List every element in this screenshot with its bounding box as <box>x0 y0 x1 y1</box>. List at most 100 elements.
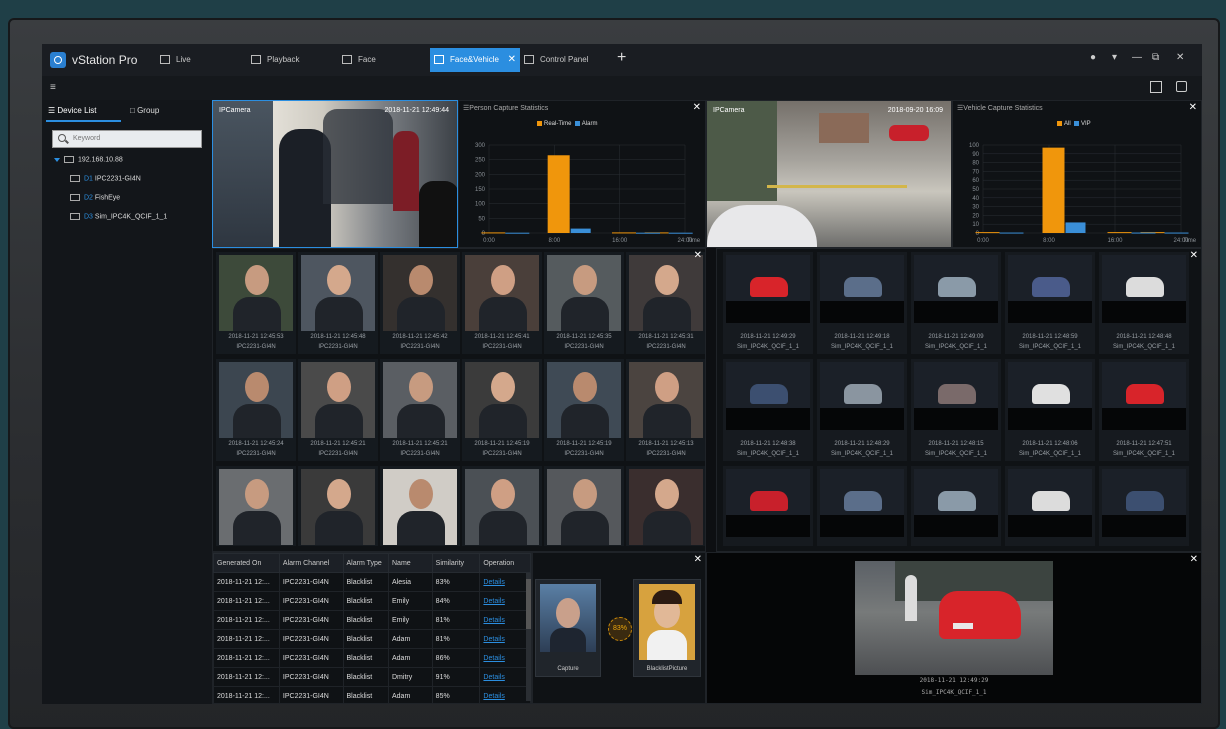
vehicle-capture-item[interactable] <box>817 466 907 546</box>
vehicle-thumbnail <box>914 255 998 323</box>
app-logo-icon <box>50 52 66 68</box>
expand-icon <box>54 157 60 162</box>
capture-time: 2018-11-21 12:45:35 <box>556 334 612 340</box>
face-capture-item[interactable]: 2018-11-21 12:45:42 IPC2231-GI4N <box>380 252 460 354</box>
tab-playback[interactable]: Playback <box>247 48 333 72</box>
face-capture-item[interactable] <box>626 466 705 546</box>
close-window-icon[interactable]: ✕ <box>1176 52 1184 63</box>
restore-icon[interactable]: ⧉ <box>1152 52 1159 63</box>
vehicle-capture-item[interactable]: 2018-11-21 12:48:15 Sim_IPC4K_QCIF_1_1 <box>911 359 1001 461</box>
tree-device-d2[interactable]: D2 FishEye <box>70 194 120 201</box>
vehicle-capture-item[interactable] <box>911 466 1001 546</box>
capture-camera: IPC2231-GI4N <box>236 451 276 457</box>
details-link[interactable]: Details <box>479 591 531 611</box>
bar-vip <box>1065 222 1086 233</box>
tree-device-d3[interactable]: D3 Sim_IPC4K_QCIF_1_1 <box>70 213 167 220</box>
vehicle-capture-item[interactable] <box>1099 466 1189 546</box>
vehicle-capture-item[interactable] <box>1005 466 1095 546</box>
y-tick-label: 100 <box>475 202 486 208</box>
blacklist-image[interactable]: BlacklistPicture <box>633 579 701 677</box>
close-panel-icon[interactable]: ✕ <box>694 555 702 565</box>
face-capture-item[interactable]: 2018-11-21 12:45:19 IPC2231-GI4N <box>462 359 542 461</box>
table-row[interactable]: 2018-11-21 12:... IPC2231-GI4N Blacklist Al… <box>213 572 531 592</box>
vehicle-capture-item[interactable]: 2018-11-21 12:48:48 Sim_IPC4K_QCIF_1_1 <box>1099 252 1189 354</box>
column-header[interactable]: Alarm Channel <box>278 553 344 573</box>
tab-face[interactable]: Face <box>338 48 428 72</box>
face-capture-item[interactable]: 2018-11-21 12:45:41 IPC2231-GI4N <box>462 252 542 354</box>
vehicle-capture-item[interactable]: 2018-11-21 12:49:29 Sim_IPC4K_QCIF_1_1 <box>723 252 813 354</box>
tab-device-list[interactable]: ☰ Device List <box>48 106 97 115</box>
layout-icon[interactable] <box>1176 81 1187 92</box>
face-capture-item[interactable]: 2018-11-21 12:45:31 IPC2231-GI4N <box>626 252 705 354</box>
playback-video[interactable] <box>855 561 1053 675</box>
user-icon[interactable]: ● <box>1090 52 1096 63</box>
close-panel-icon[interactable]: ✕ <box>694 251 702 261</box>
details-link[interactable]: Details <box>479 686 531 703</box>
face-capture-item[interactable] <box>298 466 378 546</box>
close-panel-icon[interactable]: ✕ <box>1190 251 1198 261</box>
add-tab-icon[interactable]: + <box>617 49 626 67</box>
live-face-video[interactable]: IPCamera 2018-11-21 12:49:44 <box>212 100 458 248</box>
details-link[interactable]: Details <box>479 667 531 687</box>
table-row[interactable]: 2018-11-21 12:... IPC2231-GI4N Blacklist Ad… <box>213 648 531 668</box>
close-panel-icon[interactable]: ✕ <box>1190 555 1198 565</box>
table-row[interactable]: 2018-11-21 12:... IPC2231-GI4N Blacklist Ad… <box>213 629 531 649</box>
minimize-icon[interactable]: — <box>1132 52 1142 63</box>
tab-live[interactable]: Live <box>156 48 242 72</box>
vehicle-capture-item[interactable]: 2018-11-21 12:49:09 Sim_IPC4K_QCIF_1_1 <box>911 252 1001 354</box>
vehicle-capture-item[interactable]: 2018-11-21 12:49:18 Sim_IPC4K_QCIF_1_1 <box>817 252 907 354</box>
column-header[interactable]: Generated On <box>213 553 280 573</box>
table-cell: 81% <box>431 610 481 630</box>
close-tab-icon[interactable]: ✕ <box>508 48 516 72</box>
face-capture-item[interactable]: 2018-11-21 12:45:35 IPC2231-GI4N <box>544 252 624 354</box>
face-capture-item[interactable] <box>462 466 542 546</box>
search-placeholder: Keyword <box>73 135 101 142</box>
details-link[interactable]: Details <box>479 610 531 630</box>
dropdown-icon[interactable]: ▾ <box>1112 52 1117 63</box>
road-shape <box>914 408 998 430</box>
capture-image[interactable]: Capture <box>535 579 601 677</box>
tab-control-panel[interactable]: Control Panel <box>520 48 610 72</box>
vehicle-capture-item[interactable]: 2018-11-21 12:48:06 Sim_IPC4K_QCIF_1_1 <box>1005 359 1095 461</box>
scrollbar-thumb[interactable] <box>526 579 531 629</box>
vehicle-capture-item[interactable]: 2018-11-21 12:48:29 Sim_IPC4K_QCIF_1_1 <box>817 359 907 461</box>
vehicle-capture-item[interactable]: 2018-11-21 12:47:51 Sim_IPC4K_QCIF_1_1 <box>1099 359 1189 461</box>
tab-face-vehicle[interactable]: Face&Vehicle ✕ <box>430 48 520 72</box>
details-link[interactable]: Details <box>479 629 531 649</box>
table-cell: Blacklist <box>342 686 389 703</box>
details-link[interactable]: Details <box>479 572 531 592</box>
live-vehicle-video[interactable]: IPCamera 2018-09-20 16:09 <box>706 100 952 248</box>
vehicle-capture-item[interactable] <box>723 466 813 546</box>
face-capture-item[interactable] <box>216 466 296 546</box>
face-capture-item[interactable]: 2018-11-21 12:45:13 IPC2231-GI4N <box>626 359 705 461</box>
table-row[interactable]: 2018-11-21 12:... IPC2231-GI4N Blacklist Em… <box>213 591 531 611</box>
tab-group[interactable]: □ Group <box>130 106 159 115</box>
y-tick-label: 0 <box>976 231 980 237</box>
table-row[interactable]: 2018-11-21 12:... IPC2231-GI4N Blacklist Dm… <box>213 667 531 687</box>
face-capture-item[interactable]: 2018-11-21 12:45:24 IPC2231-GI4N <box>216 359 296 461</box>
column-header[interactable]: Operation <box>479 553 531 573</box>
column-header[interactable]: Alarm Type <box>342 553 389 573</box>
details-link[interactable]: Details <box>479 648 531 668</box>
face-capture-item[interactable]: 2018-11-21 12:45:21 IPC2231-GI4N <box>298 359 378 461</box>
face-capture-item[interactable]: 2018-11-21 12:45:53 IPC2231-GI4N <box>216 252 296 354</box>
menu-icon[interactable]: ≡ <box>50 82 56 93</box>
face-capture-item[interactable]: 2018-11-21 12:45:48 IPC2231-GI4N <box>298 252 378 354</box>
device-name: FishEye <box>94 194 121 202</box>
face-capture-item[interactable] <box>380 466 460 546</box>
search-input[interactable]: Keyword <box>52 130 202 148</box>
column-header[interactable]: Name <box>388 553 433 573</box>
capture-camera: IPC2231-GI4N <box>400 344 440 350</box>
column-header[interactable]: Similarity <box>431 553 481 573</box>
vehicle-capture-item[interactable]: 2018-11-21 12:48:59 Sim_IPC4K_QCIF_1_1 <box>1005 252 1095 354</box>
face-capture-item[interactable]: 2018-11-21 12:45:21 IPC2231-GI4N <box>380 359 460 461</box>
tree-device-d1[interactable]: D1 IPC2231-GI4N <box>70 175 141 182</box>
face-capture-item[interactable] <box>544 466 624 546</box>
tree-root[interactable]: 192.168.10.88 <box>54 156 123 163</box>
table-row[interactable]: 2018-11-21 12:... IPC2231-GI4N Blacklist Em… <box>213 610 531 630</box>
vehicle-shape <box>844 384 882 404</box>
table-row[interactable]: 2018-11-21 12:... IPC2231-GI4N Blacklist Ad… <box>213 686 531 703</box>
fullscreen-icon[interactable] <box>1150 81 1162 93</box>
face-capture-item[interactable]: 2018-11-21 12:45:19 IPC2231-GI4N <box>544 359 624 461</box>
vehicle-capture-item[interactable]: 2018-11-21 12:48:38 Sim_IPC4K_QCIF_1_1 <box>723 359 813 461</box>
